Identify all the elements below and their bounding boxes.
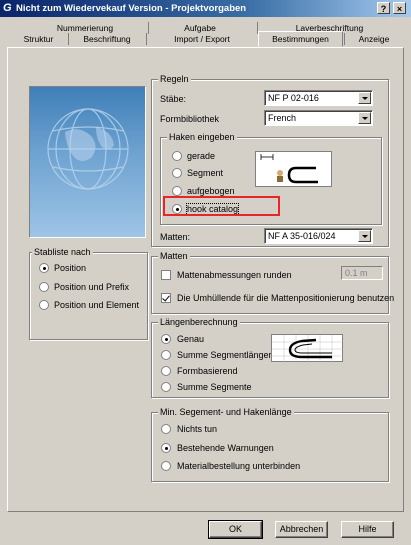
mattenabmessungen-label: Mattenabmessungen runden — [177, 270, 292, 280]
highlight-box — [163, 196, 280, 216]
formbibliothek-select[interactable]: French — [264, 110, 373, 126]
tab-beschriftung[interactable]: Beschriftung — [70, 33, 144, 45]
laengen-genau-radio[interactable] — [161, 334, 171, 344]
stabliste-title: Stabliste nach — [32, 247, 93, 258]
minseg-title: Min. Segement- und Hakenlänge — [158, 407, 294, 418]
staebe-select[interactable]: NF P 02-016 — [264, 90, 373, 106]
minseg-warnungen-radio[interactable] — [161, 443, 171, 453]
haken-segment-label: Segment — [187, 168, 224, 178]
globe-image — [29, 86, 146, 238]
matten-label: Matten: — [160, 232, 191, 242]
laengen-formbasierend-radio[interactable] — [161, 366, 171, 376]
laengen-summe-segmente-radio[interactable] — [161, 382, 171, 392]
stabliste-prefix-radio[interactable] — [39, 282, 49, 292]
matten-title: Matten — [158, 251, 190, 262]
minseg-warnungen-label: Bestehende Warnungen — [177, 443, 274, 453]
tab-bestimmungen[interactable]: Bestimmungen — [258, 31, 343, 47]
staebe-label: Stäbe: — [160, 94, 187, 104]
chevron-down-icon[interactable] — [358, 112, 371, 124]
chevron-down-icon[interactable] — [358, 92, 371, 104]
regeln-title: Regeln — [158, 74, 191, 85]
hook-preview-image — [255, 151, 332, 187]
tab-anzeige[interactable]: Anzeige — [345, 33, 403, 45]
round-value-input[interactable]: 0.1 m — [341, 266, 383, 280]
close-icon[interactable]: × — [393, 2, 406, 14]
ok-button[interactable]: OK — [208, 520, 263, 539]
haken-title: Haken eingeben — [167, 132, 237, 143]
cancel-button[interactable]: Abbrechen — [275, 521, 328, 538]
formbibliothek-label: Formbibliothek — [160, 114, 220, 124]
stabliste-position-label: Position — [54, 263, 87, 273]
matten-group: Matten — [151, 251, 389, 314]
tab-struktur[interactable]: Struktur — [10, 33, 67, 45]
bent-bar-icon — [272, 335, 344, 363]
title-bar: G Nicht zum Wiedervekauf Version - Proje… — [0, 0, 411, 17]
laengen-summe-segmentlaenger-label: Summe Segmentlänger — [177, 350, 272, 360]
dialog-window: G Nicht zum Wiedervekauf Version - Proje… — [0, 0, 411, 545]
laengen-summe-segmente-label: Summe Segmente — [177, 382, 252, 392]
chevron-down-icon[interactable] — [358, 230, 371, 242]
minseg-nichts-radio[interactable] — [161, 424, 171, 434]
haken-segment-radio[interactable] — [172, 168, 182, 178]
globe-icon — [47, 108, 129, 190]
help-title-button[interactable]: ? — [377, 2, 390, 14]
umhuellende-checkbox[interactable] — [161, 293, 171, 303]
help-button[interactable]: Hilfe — [341, 521, 394, 538]
matten-select[interactable]: NF A 35-016/024 — [264, 228, 373, 244]
minseg-materialbestellung-label: Materialbestellung unterbinden — [177, 461, 301, 471]
haken-gerade-label: gerade — [187, 151, 216, 161]
laengen-formbasierend-label: Formbasierend — [177, 366, 238, 376]
window-title: Nicht zum Wiedervekauf Version - Projekt… — [16, 3, 247, 14]
haken-gerade-radio[interactable] — [172, 151, 182, 161]
minseg-materialbestellung-radio[interactable] — [161, 461, 171, 471]
stabliste-element-label: Position und Element — [54, 300, 140, 310]
stabliste-position-radio[interactable] — [39, 263, 49, 273]
app-icon: G — [3, 2, 12, 14]
mattenabmessungen-checkbox[interactable] — [161, 270, 171, 280]
haken-aufgebogen-radio[interactable] — [172, 186, 182, 196]
hook-shape-icon — [260, 154, 318, 184]
laengen-genau-label: Genau — [177, 334, 205, 344]
laengen-preview-image — [271, 334, 344, 363]
stabliste-element-radio[interactable] — [39, 300, 49, 310]
umhuellende-label: Die Umhüllende für die Mattenpositionier… — [177, 293, 395, 303]
tab-import-export[interactable]: Import / Export — [148, 33, 256, 45]
minseg-nichts-label: Nichts tun — [177, 424, 218, 434]
laengen-title: Längenberechnung — [158, 317, 240, 328]
stabliste-prefix-label: Position und Prefix — [54, 282, 130, 292]
laengen-summe-segmentlaenger-radio[interactable] — [161, 350, 171, 360]
